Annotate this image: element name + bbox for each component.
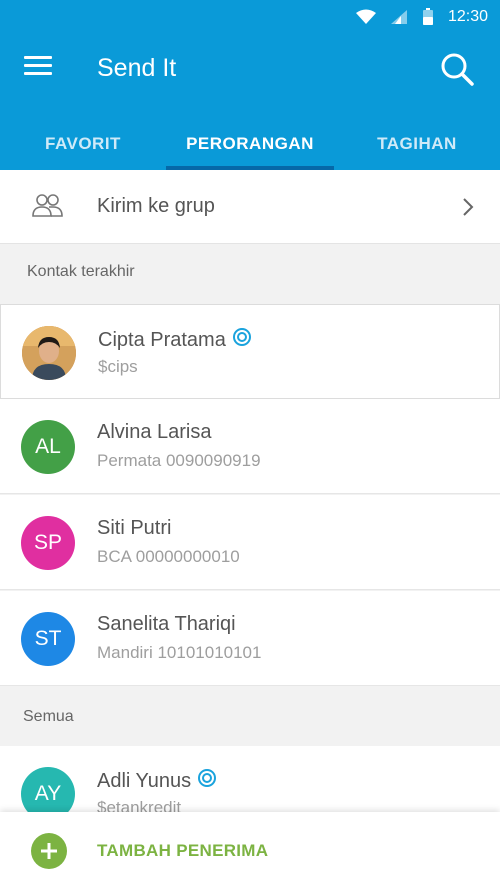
section-header-recent: Kontak terakhir (0, 244, 500, 304)
status-bar: 12:30 (0, 0, 500, 34)
contact-name: Sanelita Thariqi (97, 613, 236, 635)
tab-favorit[interactable]: FAVORIT (0, 118, 166, 170)
contact-detail: Permata 0090090919 (97, 451, 261, 470)
contact-detail: Mandiri 10101010101 (97, 643, 262, 662)
app-bar: Send It FAVORIT PERORANGAN TAGIHAN (0, 34, 500, 170)
contact-name: Alvina Larisa (97, 421, 212, 443)
avatar: ST (21, 612, 75, 666)
page-title: Send It (97, 54, 177, 82)
battery-icon (422, 8, 434, 26)
menu-icon[interactable] (24, 56, 52, 80)
contact-name: Cipta Pratama (98, 327, 252, 353)
avatar (22, 326, 76, 380)
verified-icon (232, 327, 252, 353)
contact-name: Siti Putri (97, 517, 172, 539)
add-recipient-label: TAMBAH PENERIMA (97, 841, 269, 860)
contact-row[interactable]: Cipta Pratama $cips (0, 304, 500, 399)
wifi-icon (355, 9, 376, 25)
plus-icon (31, 833, 67, 869)
contact-row[interactable]: ST Sanelita Thariqi Mandiri 10101010101 (0, 591, 500, 686)
signal-icon (390, 9, 408, 25)
add-recipient-button[interactable]: TAMBAH PENERIMA (0, 812, 500, 884)
contact-name: Adli Yunus (97, 768, 217, 794)
chevron-right-icon (462, 197, 474, 222)
tab-perorangan[interactable]: PERORANGAN (166, 118, 334, 170)
section-header-all: Semua (0, 688, 500, 746)
contact-detail: BCA 00000000010 (97, 547, 240, 566)
group-icon (32, 192, 64, 225)
avatar: AL (21, 420, 75, 474)
contact-detail: $cips (98, 357, 138, 376)
tab-bar: FAVORIT PERORANGAN TAGIHAN (0, 118, 500, 170)
send-to-group-row[interactable]: Kirim ke grup (0, 170, 500, 244)
send-to-group-label: Kirim ke grup (97, 195, 215, 217)
avatar: SP (21, 516, 75, 570)
verified-icon (197, 768, 217, 794)
contact-row[interactable]: AL Alvina Larisa Permata 0090090919 (0, 399, 500, 494)
status-time: 12:30 (447, 8, 488, 25)
contact-row[interactable]: SP Siti Putri BCA 00000000010 (0, 495, 500, 590)
search-icon[interactable] (440, 52, 474, 86)
tab-tagihan[interactable]: TAGIHAN (334, 118, 500, 170)
